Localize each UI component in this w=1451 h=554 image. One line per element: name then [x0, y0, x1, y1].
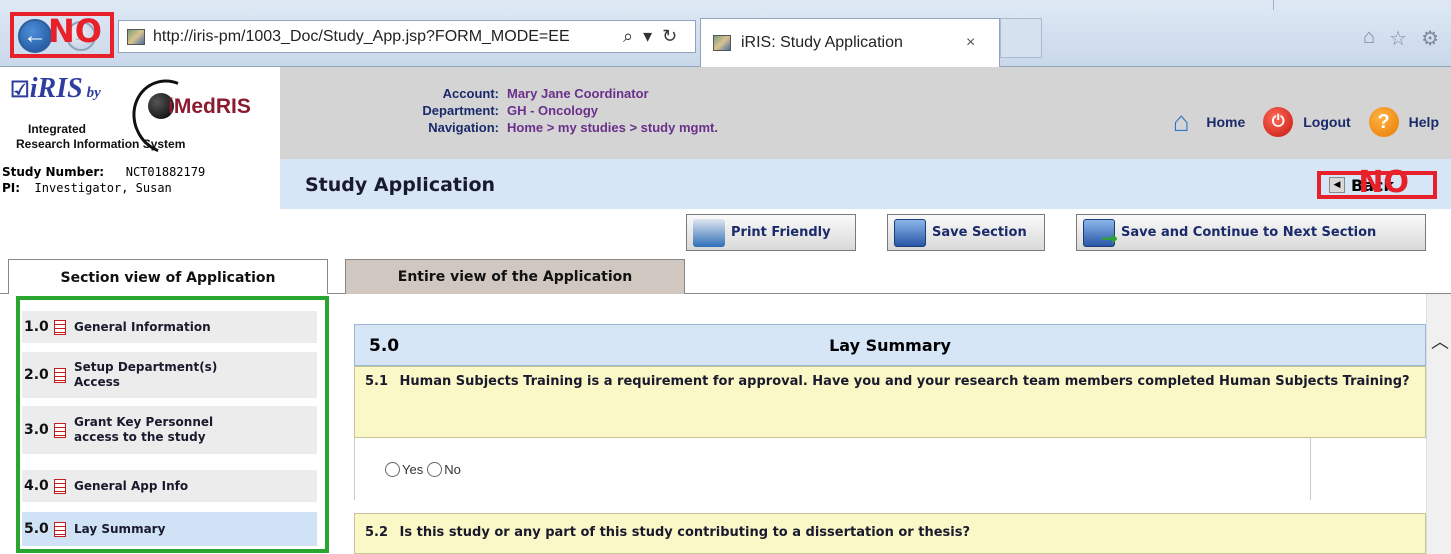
chevron-up-icon[interactable]: ︿ [1431, 328, 1449, 354]
sidebar-item-number: 4.0 [24, 478, 49, 494]
radio-yes[interactable] [385, 461, 400, 477]
home-icon[interactable]: ⌂ [1363, 26, 1375, 51]
section-title: Lay Summary [829, 336, 951, 355]
sidebar-item-number: 2.0 [24, 367, 49, 383]
chevron-down-icon[interactable]: ▾ [643, 26, 652, 47]
sidebar-item-label: Setup Department(s) Access [74, 360, 218, 389]
window-controls[interactable] [1273, 0, 1443, 10]
home-icon: ⌂ [1172, 106, 1190, 137]
browser-tab-title: iRIS: Study Application [741, 34, 903, 51]
pi-label: PI: [2, 181, 21, 195]
sidebar-item-number: 3.0 [24, 422, 49, 438]
sidebar-item-label: General App Info [74, 478, 189, 493]
section-sidebar: 1.0 General Information 2.0 Setup Depart… [8, 294, 330, 554]
tab-favicon-icon [713, 35, 731, 51]
question-number: 5.2 [365, 525, 389, 540]
help-icon: ? [1368, 107, 1399, 137]
tab-entire-view[interactable]: Entire view of the Application [345, 259, 685, 294]
question-number: 5.1 [365, 374, 389, 389]
question-text: Is this study or any part of this study … [399, 525, 970, 540]
sidebar-item-general-app-info[interactable]: 4.0 General App Info [22, 470, 317, 502]
sidebar-item-label: Lay Summary [74, 521, 166, 536]
department-value: GH - Oncology [507, 103, 598, 118]
sidebar-item-label: General Information [74, 319, 211, 334]
question-5-1-answer: Yes No [354, 438, 1311, 500]
browser-tab-active[interactable]: iRIS: Study Application × [700, 18, 1000, 67]
help-link[interactable]: ? Help [1368, 107, 1439, 137]
tab-section-view[interactable]: Section view of Application [8, 259, 328, 295]
document-icon [54, 319, 66, 335]
document-icon [54, 367, 66, 383]
section-header: Lay Summary 5.0 [354, 324, 1426, 366]
scrollbar[interactable]: ︿ [1426, 294, 1451, 554]
annotation-no-back: NO [48, 12, 102, 50]
sidebar-item-setup-department[interactable]: 2.0 Setup Department(s) Access [22, 352, 317, 398]
study-number-label: Study Number: [2, 165, 105, 179]
study-number-value: NCT01882179 [125, 165, 206, 179]
navigation-label: Navigation: [428, 120, 499, 135]
new-tab-button[interactable] [1000, 18, 1042, 58]
address-url[interactable]: http://iris-pm/1003_Doc/Study_App.jsp?FO… [153, 28, 623, 46]
account-label: Account: [442, 86, 499, 101]
printer-icon [693, 218, 725, 247]
view-tabs: Section view of Application Entire view … [0, 257, 1451, 295]
gear-icon[interactable]: ⚙ [1421, 26, 1439, 51]
toolbar: Print Friendly Save Section Save and Con… [0, 209, 1451, 257]
app-header: ☑iRIS by iMedRIS Integrated Research Info… [0, 67, 1451, 167]
print-friendly-label: Print Friendly [731, 225, 831, 240]
logo: ☑iRIS by iMedRIS Integrated Research Info… [0, 67, 280, 167]
sidebar-item-label: Grant Key Personnel access to the study [74, 415, 214, 444]
document-icon [54, 422, 66, 438]
document-icon [54, 478, 66, 494]
logo-subtitle: Integrated Research Information System [16, 122, 186, 151]
floppy-disk-icon [894, 218, 926, 247]
home-label: Home [1206, 114, 1246, 130]
site-favicon-icon [127, 28, 145, 45]
logout-label: Logout [1303, 114, 1351, 130]
caret-left-icon: ◀ [1329, 177, 1345, 193]
search-icon[interactable]: ⌕ [623, 26, 633, 47]
save-section-label: Save Section [932, 225, 1027, 240]
logo-iris: ☑iRIS by [10, 73, 101, 104]
question-5-2: 5.2 Is this study or any part of this st… [354, 513, 1426, 554]
refresh-icon[interactable]: ↻ [662, 26, 677, 47]
section-content: Lay Summary 5.0 5.1 Human Subjects Train… [330, 294, 1426, 554]
document-icon [54, 521, 66, 537]
sidebar-item-grant-key-personnel[interactable]: 3.0 Grant Key Personnel access to the st… [22, 406, 317, 454]
top-nav: ⌂ Home ⏻ Logout ? Help [1148, 106, 1439, 137]
annotation-no-back-link: NO [1358, 165, 1409, 200]
print-friendly-button[interactable]: Print Friendly [686, 214, 856, 251]
radio-no-label: No [444, 461, 461, 477]
power-icon: ⏻ [1263, 107, 1294, 137]
close-icon[interactable]: × [966, 34, 975, 52]
save-continue-button[interactable]: Save and Continue to Next Section [1076, 214, 1426, 251]
save-next-icon [1083, 218, 1118, 250]
sidebar-item-general-information[interactable]: 1.0 General Information [22, 311, 317, 343]
save-section-button[interactable]: Save Section [887, 214, 1045, 251]
home-link[interactable]: ⌂ Home [1166, 106, 1246, 137]
logo-imedris: iMedRIS [168, 95, 251, 118]
logout-link[interactable]: ⏻ Logout [1263, 107, 1351, 137]
star-icon[interactable]: ☆ [1389, 26, 1407, 51]
sidebar-item-number: 1.0 [24, 319, 49, 335]
department-label: Department: [422, 103, 499, 118]
breadcrumb[interactable]: Home > my studies > study mgmt. [507, 119, 718, 136]
page-title: Study Application [305, 174, 496, 196]
pi-value: Investigator, Susan [34, 181, 172, 195]
help-label: Help [1408, 114, 1439, 130]
study-bar: Study Application ◀ Back NO [280, 159, 1451, 209]
browser-chrome: ← → NO http://iris-pm/1003_Doc/Study_App… [0, 0, 1451, 67]
study-meta: Study Number: NCT01882179 PI: Investigat… [0, 159, 280, 209]
question-5-1: 5.1 Human Subjects Training is a require… [354, 366, 1426, 438]
radio-yes-label: Yes [402, 461, 424, 477]
section-number: 5.0 [369, 336, 400, 356]
account-value: Mary Jane Coordinator [507, 86, 649, 101]
save-continue-label: Save and Continue to Next Section [1121, 225, 1377, 240]
question-text: Human Subjects Training is a requirement… [399, 374, 1410, 389]
radio-no[interactable] [427, 461, 443, 477]
sidebar-item-number: 5.0 [24, 521, 49, 537]
sidebar-item-lay-summary[interactable]: 5.0 Lay Summary [22, 512, 317, 546]
address-bar[interactable]: http://iris-pm/1003_Doc/Study_App.jsp?FO… [118, 20, 696, 53]
account-info: Account: Mary Jane Coordinator Department… [385, 85, 718, 136]
